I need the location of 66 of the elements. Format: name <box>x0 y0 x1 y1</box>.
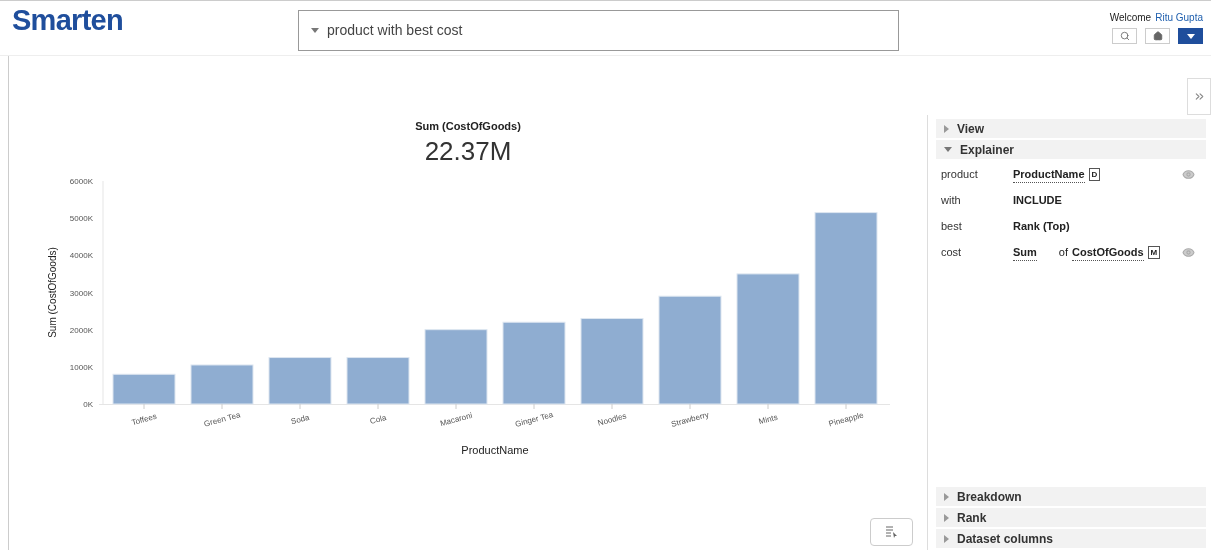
welcome-text: Welcome <box>1109 11 1152 25</box>
type-badge: D <box>1088 168 1101 181</box>
explainer-value: INCLUDE <box>1013 193 1062 209</box>
y-tick-label: 0K <box>83 400 93 409</box>
search-icon <box>1119 31 1130 41</box>
x-tick-label: Green Tea <box>203 410 242 429</box>
logo: Smarten <box>12 6 123 35</box>
x-tick-label: Noodles <box>596 411 628 428</box>
kpi-value: 22.37M <box>424 134 512 167</box>
eye-icon[interactable] <box>1182 168 1195 181</box>
explainer-label: with <box>941 193 962 209</box>
bar <box>346 357 410 405</box>
aggregation-link[interactable]: Sum <box>1013 243 1037 262</box>
of-text: of <box>1058 245 1069 261</box>
user-link[interactable]: Ritu Gupta <box>1155 10 1203 25</box>
type-badge: M <box>1147 246 1161 259</box>
section-header[interactable]: View <box>936 119 1206 138</box>
query-field[interactable]: product with best cost <box>297 10 899 51</box>
table-icon <box>885 526 898 538</box>
section-header[interactable]: Rank <box>936 508 1206 527</box>
explainer-label: best <box>941 219 963 235</box>
section-header[interactable]: Dataset columns <box>936 529 1206 548</box>
section-header[interactable]: Breakdown <box>936 487 1206 506</box>
home-button[interactable] <box>1145 28 1170 44</box>
explainer-label: product <box>941 167 979 183</box>
query-text: product with best cost <box>326 21 463 40</box>
explainer-value: Rank (Top) <box>1013 219 1070 235</box>
menu-button[interactable] <box>1178 28 1203 44</box>
caret-right-icon <box>944 534 949 543</box>
y-tick-label: 6000K <box>69 177 93 186</box>
section-title: Rank <box>957 509 987 527</box>
field-link[interactable]: ProductName <box>1013 165 1085 184</box>
section-title: Breakdown <box>957 488 1022 506</box>
collapse-panel-button[interactable] <box>1187 78 1211 115</box>
y-tick-label: 1000K <box>69 362 93 372</box>
explainer-label: cost <box>941 245 963 261</box>
caret-down-icon <box>1186 33 1195 39</box>
eye-icon[interactable] <box>1182 246 1195 259</box>
y-tick-label: 2000K <box>69 325 93 335</box>
x-tick-label: Soda <box>289 412 311 427</box>
x-tick-label: Ginger Tea <box>514 410 555 429</box>
x-axis-title: ProductName <box>461 444 529 456</box>
bar <box>268 357 332 405</box>
data-view-button[interactable] <box>870 518 913 546</box>
y-tick-label: 5000K <box>69 214 93 224</box>
section-header[interactable]: Explainer <box>936 140 1206 159</box>
caret-right-icon <box>944 513 949 522</box>
caret-right-icon <box>944 492 949 501</box>
section-title: Dataset columns <box>957 530 1054 548</box>
caret-down-icon <box>310 28 319 33</box>
caret-right-icon <box>944 124 949 133</box>
caret-down-icon <box>944 147 952 152</box>
home-icon <box>1152 31 1163 41</box>
section-title: View <box>957 120 985 138</box>
x-tick-label: Toffees <box>130 411 158 428</box>
bar <box>112 373 176 405</box>
y-axis-title: Sum (CostOfGoods) <box>47 247 58 338</box>
y-tick-label: 4000K <box>69 251 93 261</box>
kpi-title: Sum (CostOfGoods) <box>415 119 521 134</box>
field-link[interactable]: CostOfGoods <box>1072 243 1144 262</box>
x-tick-label: Mints <box>757 412 779 427</box>
x-tick-label: Cola <box>369 413 388 426</box>
search-button[interactable] <box>1112 28 1137 44</box>
bar <box>190 364 254 405</box>
y-tick-label: 3000K <box>69 288 93 298</box>
section-title: Explainer <box>960 141 1015 159</box>
